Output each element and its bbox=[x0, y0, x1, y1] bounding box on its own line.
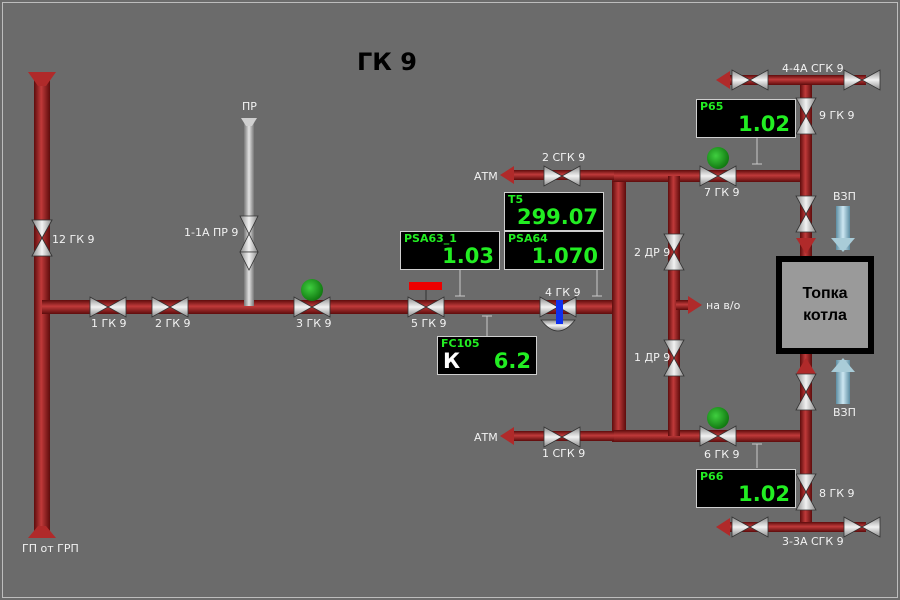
panel-fc105-mode: К bbox=[443, 349, 461, 373]
panel-fc105-value: 6.2 bbox=[493, 349, 531, 373]
na-vo-arrow bbox=[688, 296, 702, 314]
label-v3: 3 ГК 9 bbox=[296, 317, 332, 330]
valve-4-4a-sgk9-right[interactable] bbox=[843, 69, 881, 91]
label-v4-4a: 4-4А СГК 9 bbox=[782, 62, 844, 75]
furnace-label: Топка котла bbox=[802, 285, 848, 324]
label-v8: 8 ГК 9 bbox=[819, 487, 855, 500]
main-horizontal-pipe bbox=[42, 300, 620, 314]
valve-1-sgk9[interactable] bbox=[543, 426, 581, 448]
pipe-3-3a-arrow bbox=[716, 518, 730, 536]
process-mimic: ГК 9 12 ГК 9 ГП от ГРП 1 ГК 9 2 ГК 9 3 Г… bbox=[2, 2, 898, 598]
valve-2-sgk9[interactable] bbox=[543, 165, 581, 187]
boiler-furnace[interactable]: Топка котла bbox=[776, 256, 874, 354]
valve-8-gk9[interactable] bbox=[795, 473, 817, 511]
pr-pipe-cap bbox=[241, 118, 257, 126]
label-v1-sgk: 1 СГК 9 bbox=[542, 447, 585, 460]
label-vzp-bottom: ВЗП bbox=[833, 406, 856, 419]
valve-bottom-burner[interactable] bbox=[795, 373, 817, 411]
panel-p66-value: 1.02 bbox=[738, 482, 790, 506]
valve-9-gk9[interactable] bbox=[795, 97, 817, 135]
valve-top-burner[interactable] bbox=[795, 195, 817, 233]
valve-7-status-light bbox=[707, 147, 729, 169]
label-v2-dr: 2 ДР 9 bbox=[634, 246, 670, 259]
valve-6-status-light bbox=[707, 407, 729, 429]
panel-p66[interactable]: P66 1.02 bbox=[696, 469, 796, 508]
label-v7: 7 ГК 9 bbox=[704, 186, 740, 199]
main-pipe-bottom-cap bbox=[28, 526, 56, 538]
label-v1-1a: 1-1А ПР 9 bbox=[184, 226, 238, 239]
vzp-air-arrow-bottom bbox=[831, 358, 855, 372]
label-vzp-top: ВЗП bbox=[833, 190, 856, 203]
panel-psa64-value: 1.070 bbox=[531, 244, 598, 268]
label-pr: ПР bbox=[242, 100, 257, 113]
atm-top-arrow bbox=[500, 166, 514, 184]
valve-3-3a-sgk9-left[interactable] bbox=[731, 516, 769, 538]
label-v4: 4 ГК 9 bbox=[545, 286, 581, 299]
panel-fc105[interactable]: FC105 К 6.2 bbox=[437, 336, 537, 375]
label-v1-dr: 1 ДР 9 bbox=[634, 351, 670, 364]
label-v6: 6 ГК 9 bbox=[704, 448, 740, 461]
valve-5-alarm-bar bbox=[409, 282, 442, 290]
panel-p65[interactable]: P65 1.02 bbox=[696, 99, 796, 138]
main-pipe-top-cap bbox=[28, 72, 56, 86]
valve-3-status-light bbox=[301, 279, 323, 301]
valve-1-1a-pr9[interactable] bbox=[239, 215, 259, 271]
top-burner-arrow bbox=[796, 238, 816, 254]
panel-psa64[interactable]: PSA64 1.070 bbox=[504, 231, 604, 270]
panel-t5[interactable]: T5 299.07 bbox=[504, 192, 604, 231]
label-v5: 5 ГК 9 bbox=[411, 317, 447, 330]
label-v12: 12 ГК 9 bbox=[52, 233, 95, 246]
bottom-burner-arrow bbox=[796, 358, 816, 374]
panel-psa63-value: 1.03 bbox=[442, 244, 494, 268]
label-v2-sgk: 2 СГК 9 bbox=[542, 151, 585, 164]
panel-psa63[interactable]: PSA63_1 1.03 bbox=[400, 231, 500, 270]
label-gp-source: ГП от ГРП bbox=[22, 542, 79, 555]
pipe-4-4a-arrow bbox=[716, 71, 730, 89]
label-na-vo: на в/о bbox=[706, 299, 741, 312]
label-v1: 1 ГК 9 bbox=[91, 317, 127, 330]
label-v9: 9 ГК 9 bbox=[819, 109, 855, 122]
pr-pipe bbox=[244, 120, 254, 306]
atm-bottom-arrow bbox=[500, 427, 514, 445]
panel-t5-value: 299.07 bbox=[516, 205, 598, 229]
collector-pipe bbox=[612, 170, 626, 440]
vzp-air-arrow-top bbox=[831, 238, 855, 252]
panel-p65-value: 1.02 bbox=[738, 112, 790, 136]
regulator-actuator bbox=[556, 300, 563, 324]
label-v2: 2 ГК 9 bbox=[155, 317, 191, 330]
panel-p65-tag: P65 bbox=[700, 100, 724, 113]
valve-3-3a-sgk9-right[interactable] bbox=[843, 516, 881, 538]
valve-4-4a-sgk9-left[interactable] bbox=[731, 69, 769, 91]
na-vo-pipe bbox=[676, 300, 690, 310]
label-atm-top: АТМ bbox=[474, 170, 498, 183]
label-v3-3a: 3-3А СГК 9 bbox=[782, 535, 844, 548]
page-title: ГК 9 bbox=[357, 48, 417, 76]
panel-p66-tag: P66 bbox=[700, 470, 724, 483]
label-atm-bottom: АТМ bbox=[474, 431, 498, 444]
